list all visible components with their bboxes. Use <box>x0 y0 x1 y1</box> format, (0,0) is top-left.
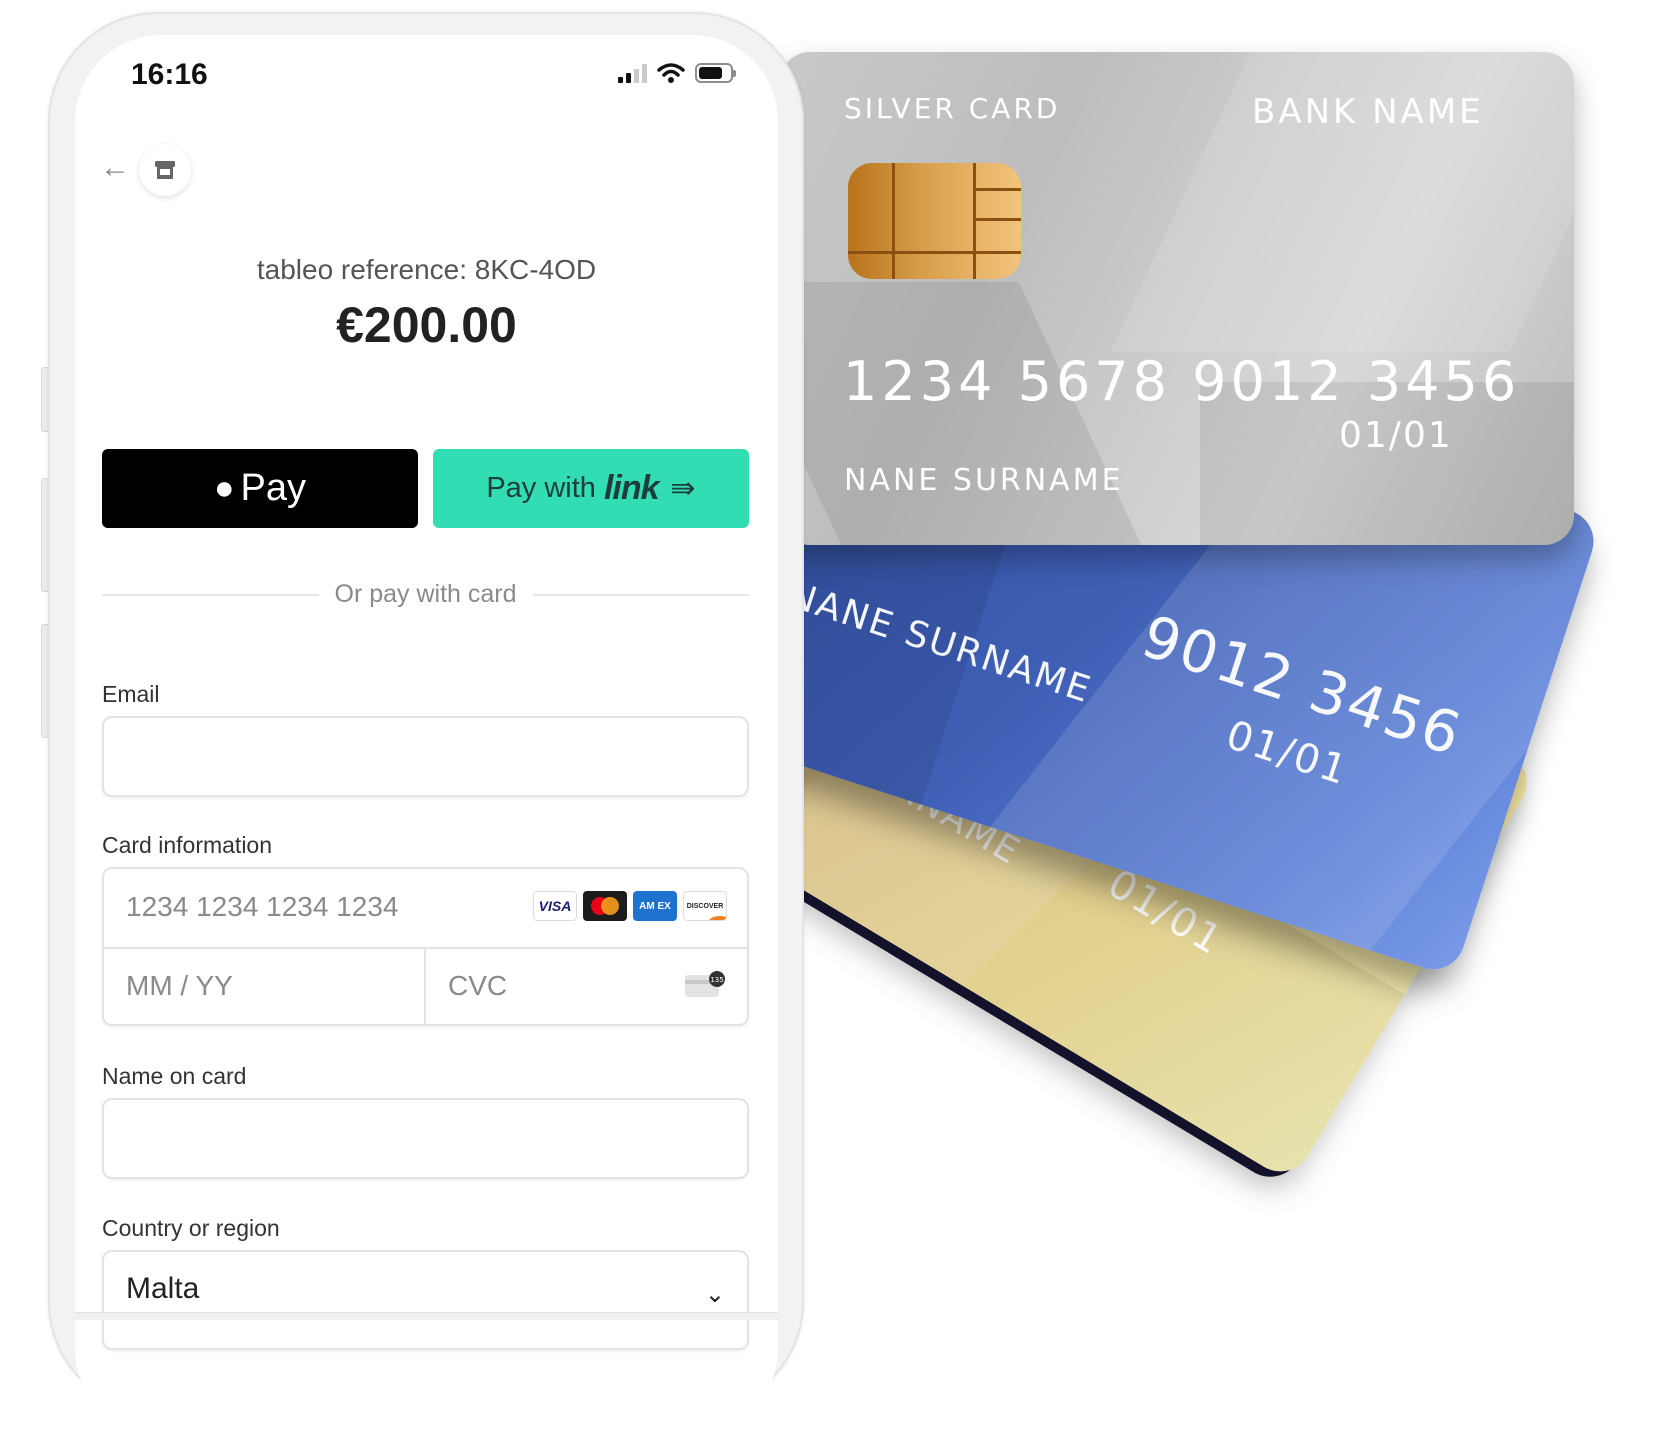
total-amount: €200.00 <box>336 297 517 353</box>
country-value: Malta <box>126 1272 200 1305</box>
link-logo: link <box>603 469 660 507</box>
apple-pay-label: Pay <box>240 467 307 509</box>
pay-with-card-divider: Or pay with card <box>102 580 750 609</box>
silver-card-holder: NANE SURNAME <box>844 463 1124 498</box>
merchant-store-button[interactable] <box>139 144 191 196</box>
email-label: Email <box>102 681 160 707</box>
cvc-card-icon: 135 <box>685 971 725 997</box>
email-input[interactable] <box>102 716 749 797</box>
chevron-down-icon: ⌄ <box>704 1281 725 1308</box>
silver-card-type: SILVER CARD <box>844 92 1061 125</box>
divider-text: Or pay with card <box>334 580 517 608</box>
pay-with-link-button[interactable]: Pay with link ⇛ <box>433 449 749 528</box>
name-on-card-label: Name on card <box>102 1063 247 1089</box>
card-brand-icons: VISA AM EX DISCOVER <box>533 891 727 921</box>
cellular-signal-icon <box>618 63 647 83</box>
link-button-prefix: Pay with <box>486 472 596 504</box>
name-on-card-input[interactable] <box>102 1098 749 1179</box>
apple-pay-button[interactable]: ● Pay <box>102 449 418 528</box>
booking-reference: tableo reference: 8KC-4OD <box>256 254 597 285</box>
back-button[interactable]: ← <box>100 153 130 183</box>
expiry-input[interactable]: MM / YY <box>126 970 233 1002</box>
battery-icon <box>695 63 736 83</box>
triple-arrow-icon: ⇛ <box>670 472 696 505</box>
visa-icon: VISA <box>533 891 577 921</box>
silver-card-number: 1234 5678 9012 3456 <box>843 350 1521 413</box>
amex-icon: AM EX <box>633 891 677 921</box>
card-chip-icon <box>848 163 1021 279</box>
card-information-label: Card information <box>102 832 273 858</box>
cvc-input[interactable]: CVC <box>448 970 507 1002</box>
storefront-icon <box>155 161 175 179</box>
arrow-left-icon: ← <box>100 151 130 184</box>
country-select[interactable]: Malta ⌄ <box>102 1250 749 1350</box>
discover-icon: DISCOVER <box>683 891 727 921</box>
card-number-input[interactable]: 1234 1234 1234 1234 <box>126 891 399 923</box>
silver-card-expiry: 01/01 <box>1339 415 1453 456</box>
mastercard-icon <box>583 891 627 921</box>
apple-logo-icon: ● <box>213 469 235 507</box>
silver-card-bank: BANK NAME <box>1252 92 1484 132</box>
status-time: 16:16 <box>131 58 208 91</box>
wifi-icon <box>657 63 685 83</box>
card-information-field: 1234 1234 1234 1234 VISA AM EX DISCOVER … <box>102 867 749 1026</box>
country-label: Country or region <box>102 1215 280 1241</box>
cvc-badge: 135 <box>710 976 723 984</box>
status-icons <box>618 62 736 84</box>
